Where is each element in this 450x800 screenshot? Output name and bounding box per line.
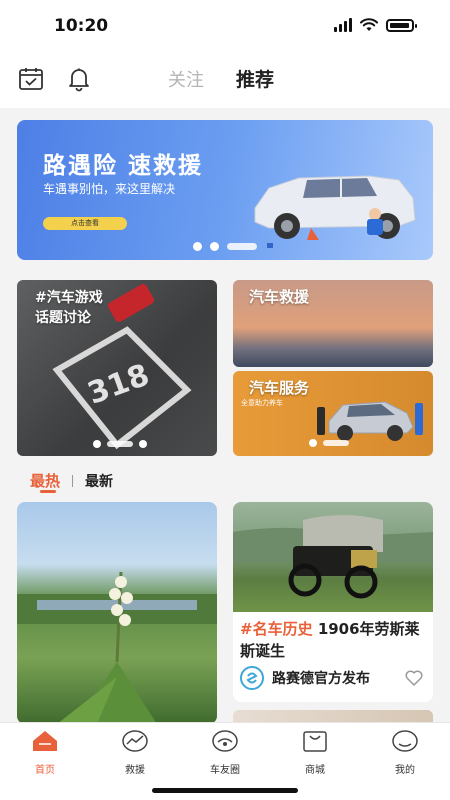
tab-shop-label: 商城 [305, 765, 325, 776]
pagination-dot[interactable] [93, 440, 101, 448]
sort-active-indicator [40, 490, 56, 493]
pagination-dot[interactable] [193, 242, 202, 251]
pagination-dot[interactable] [139, 440, 147, 448]
car-card-tag[interactable]: #名车历史 [240, 620, 313, 638]
wifi-icon [360, 18, 378, 31]
sort-tab-new[interactable]: 最新 [85, 471, 113, 491]
tab-home-label: 首页 [35, 765, 55, 776]
tile-car-service[interactable]: 汽车服务 全意助力养车 [233, 371, 433, 456]
service-car-illustration [317, 401, 423, 441]
promo-banner[interactable]: 路遇险 速救援 车遇事别怕，来这里解决 点击查看 [17, 120, 433, 260]
pagination-dot-active[interactable] [323, 440, 349, 446]
tab-rescue-label: 救援 [125, 765, 145, 776]
status-bar: 10:20 [0, 0, 450, 52]
signal-icon [334, 18, 352, 32]
feed-card-car-history[interactable]: #名车历史 1906年劳斯莱斯诞生 路赛德官方发布 [233, 502, 433, 702]
banner-title: 路遇险 速救援 [43, 153, 204, 179]
tile-car-game[interactable]: 318 #汽车游戏 话题讨论 [17, 280, 217, 456]
banner-button[interactable]: 点击查看 [43, 217, 127, 230]
tab-car-circle[interactable]: 车友圈 [195, 729, 255, 776]
home-indicator [152, 788, 298, 793]
pagination-dot[interactable] [309, 439, 317, 447]
top-nav: 关注 推荐 [0, 52, 450, 108]
svg-text:318: 318 [83, 357, 154, 411]
tile-game-label: #汽车游戏 话题讨论 [35, 290, 103, 326]
plant-photo [17, 571, 217, 724]
status-icons [334, 18, 417, 32]
tab-recommend[interactable]: 推荐 [236, 65, 274, 92]
sort-tabs: 最热 最新 [30, 470, 113, 491]
tile-car-rescue[interactable]: 汽车救援 [233, 280, 433, 367]
status-time: 10:20 [54, 16, 109, 36]
car-card-author[interactable]: 路赛德官方发布 [240, 666, 370, 690]
author-avatar [240, 666, 264, 690]
tile-rescue-label: 汽车救援 [249, 288, 310, 306]
sort-tab-hot[interactable]: 最热 [30, 470, 60, 491]
banner-pagination [193, 242, 257, 251]
tab-profile-label: 我的 [395, 765, 415, 776]
calendar-check-icon[interactable] [18, 66, 44, 92]
home-icon [33, 731, 57, 751]
bell-icon[interactable] [66, 66, 92, 92]
feed-card-partial[interactable] [233, 710, 433, 722]
pagination-dot-active[interactable] [227, 243, 257, 250]
banner-subtitle: 车遇事别怕，来这里解决 [43, 182, 176, 196]
tile-service-caption: 全意助力养车 [241, 399, 283, 407]
tab-follow[interactable]: 关注 [168, 66, 204, 92]
heart-icon[interactable] [405, 670, 423, 686]
tab-shop[interactable]: 商城 [285, 729, 345, 776]
tile-game-pagination [93, 440, 147, 448]
author-name: 路赛德官方发布 [272, 671, 370, 687]
tab-home[interactable]: 首页 [15, 729, 75, 776]
pagination-dot[interactable] [210, 242, 219, 251]
profile-icon [392, 730, 418, 752]
feed-card-plant[interactable] [17, 502, 217, 724]
tile-service-label: 汽车服务 [249, 379, 310, 397]
sort-divider [72, 474, 74, 487]
tab-rescue[interactable]: 救援 [105, 729, 165, 776]
vintage-car-photo [233, 502, 433, 612]
car-circle-icon [212, 730, 238, 752]
rescue-icon [122, 730, 148, 752]
car-card-title: #名车历史 1906年劳斯莱斯诞生 [240, 618, 426, 662]
shop-icon [303, 731, 327, 752]
battery-icon [386, 18, 417, 32]
tab-profile[interactable]: 我的 [375, 729, 435, 776]
rescue-car-illustration [254, 175, 416, 248]
tab-car-circle-label: 车友圈 [210, 765, 240, 776]
tile-service-pagination [309, 439, 349, 447]
pagination-dot-active[interactable] [107, 441, 133, 447]
